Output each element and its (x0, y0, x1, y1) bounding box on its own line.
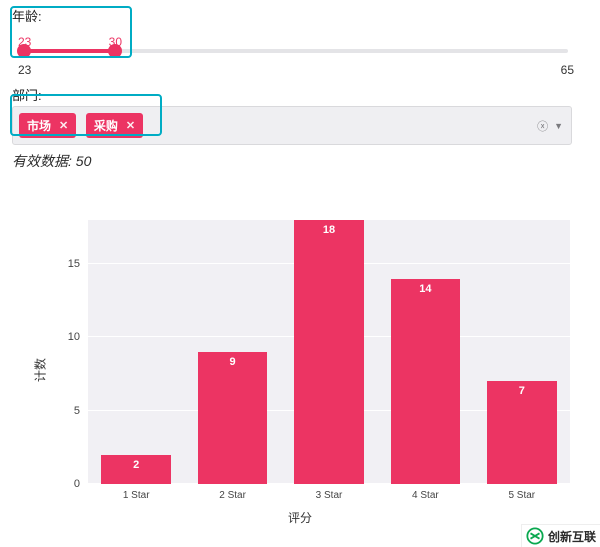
y-tick: 0 (58, 478, 88, 490)
bar-value-label: 9 (198, 356, 267, 368)
valid-count: 有效数据: 50 (0, 145, 600, 171)
dept-tag-label: 采购 (94, 117, 118, 134)
y-axis-label: 计数 (32, 358, 49, 382)
bar-value-label: 14 (391, 283, 460, 295)
bar-value-label: 2 (101, 459, 170, 471)
count-value: 50 (76, 153, 92, 169)
age-filter: 年龄: 23 30 23 65 (0, 0, 600, 73)
logo-icon (526, 527, 544, 545)
dept-label: 部门: (12, 85, 588, 104)
dept-tag[interactable]: 采购 ✕ (86, 113, 143, 138)
count-prefix: 有效数据: (12, 153, 76, 169)
y-tick: 10 (58, 331, 88, 343)
slider-min-label: 23 (18, 63, 31, 77)
x-tick: 5 Star (508, 484, 535, 501)
bar: 7 (487, 381, 556, 484)
x-tick: 1 Star (123, 484, 150, 501)
x-axis-label: 评分 (0, 509, 600, 526)
tag-remove-icon[interactable]: ✕ (126, 119, 135, 132)
age-label: 年龄: (12, 6, 588, 25)
dept-tag[interactable]: 市场 ✕ (19, 113, 76, 138)
watermark: 创新互联 (521, 524, 600, 547)
plot-area: 05101521 Star92 Star183 Star144 Star75 S… (88, 220, 570, 484)
clear-all-icon[interactable]: ⓧ (537, 118, 548, 134)
dept-multiselect[interactable]: 市场 ✕ 采购 ✕ ⓧ ▼ (12, 106, 572, 145)
bar-value-label: 7 (487, 385, 556, 397)
slider-fill (24, 49, 115, 53)
bar: 14 (391, 279, 460, 484)
slider-value-low: 23 (18, 35, 31, 49)
dropdown-caret-icon[interactable]: ▼ (554, 121, 563, 131)
bar: 2 (101, 455, 170, 484)
dept-tag-label: 市场 (27, 117, 51, 134)
y-tick: 5 (58, 405, 88, 417)
slider-max-label: 65 (561, 63, 574, 77)
dept-filter: 部门: 市场 ✕ 采购 ✕ ⓧ ▼ (0, 79, 600, 145)
y-tick: 15 (58, 258, 88, 270)
bar: 9 (198, 352, 267, 484)
slider-track: 23 30 23 65 (24, 49, 568, 53)
x-tick: 2 Star (219, 484, 246, 501)
x-tick: 3 Star (316, 484, 343, 501)
bar: 18 (294, 220, 363, 484)
x-tick: 4 Star (412, 484, 439, 501)
bar-chart: 计数 0 5 10 15 2 1 Star 9 2 Star 18 3 Star 14 4 Star 7… (0, 210, 600, 530)
bar-value-label: 18 (294, 224, 363, 236)
slider-value-high: 30 (109, 35, 122, 49)
tag-remove-icon[interactable]: ✕ (59, 119, 68, 132)
age-range-slider[interactable]: 23 30 23 65 (12, 27, 588, 73)
watermark-text: 创新互联 (548, 528, 596, 545)
